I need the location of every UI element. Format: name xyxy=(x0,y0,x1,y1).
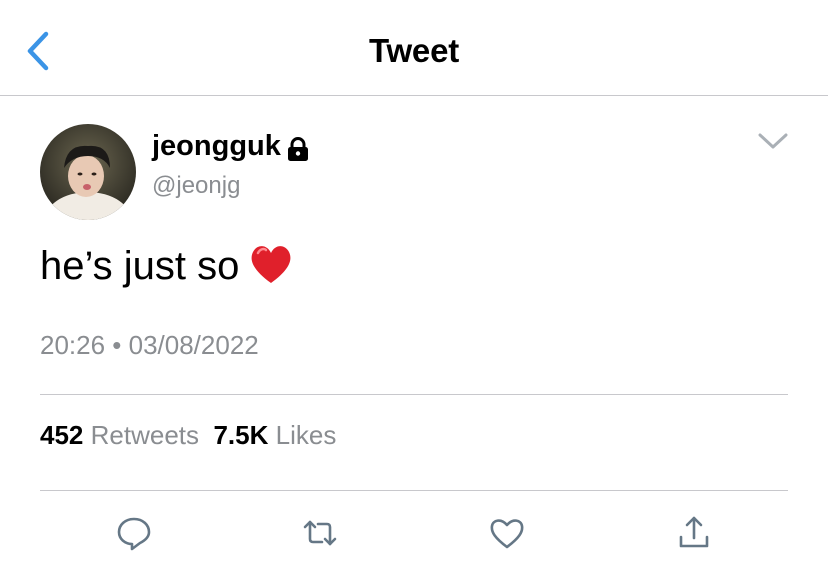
reply-button[interactable] xyxy=(114,513,154,553)
red-heart-emoji xyxy=(251,246,291,283)
retweet-label: Retweets xyxy=(90,420,200,450)
like-button[interactable] xyxy=(487,513,527,553)
tweet-timestamp: 20:26 • 03/08/2022 xyxy=(40,330,259,360)
page-title: Tweet xyxy=(368,32,460,69)
display-name[interactable]: jeongguk xyxy=(152,130,281,163)
user-handle[interactable]: @jeonjg xyxy=(152,172,240,200)
divider xyxy=(40,490,788,491)
like-count: 7.5K xyxy=(213,420,269,450)
divider xyxy=(40,394,788,395)
avatar-image xyxy=(40,124,136,220)
retweet-button[interactable] xyxy=(300,513,340,553)
lock-icon xyxy=(288,137,308,161)
like-label: Likes xyxy=(275,420,337,450)
chevron-down-icon xyxy=(758,133,788,149)
more-options-button[interactable] xyxy=(752,126,794,156)
heart-icon xyxy=(490,519,524,549)
retweet-count: 452 xyxy=(40,420,84,450)
navigation-bar: Tweet xyxy=(0,0,828,96)
retweets-stat[interactable]: 452 Retweets xyxy=(40,420,199,450)
retweet-icon xyxy=(303,520,337,546)
share-button[interactable] xyxy=(674,513,714,553)
tweet-text: he’s just so xyxy=(40,244,240,288)
share-icon xyxy=(679,516,709,548)
avatar[interactable] xyxy=(40,124,136,220)
likes-stat[interactable]: 7.5K Likes xyxy=(213,420,336,450)
engagement-stats: 452 Retweets 7.5K Likes xyxy=(40,420,336,451)
reply-icon xyxy=(117,517,151,551)
